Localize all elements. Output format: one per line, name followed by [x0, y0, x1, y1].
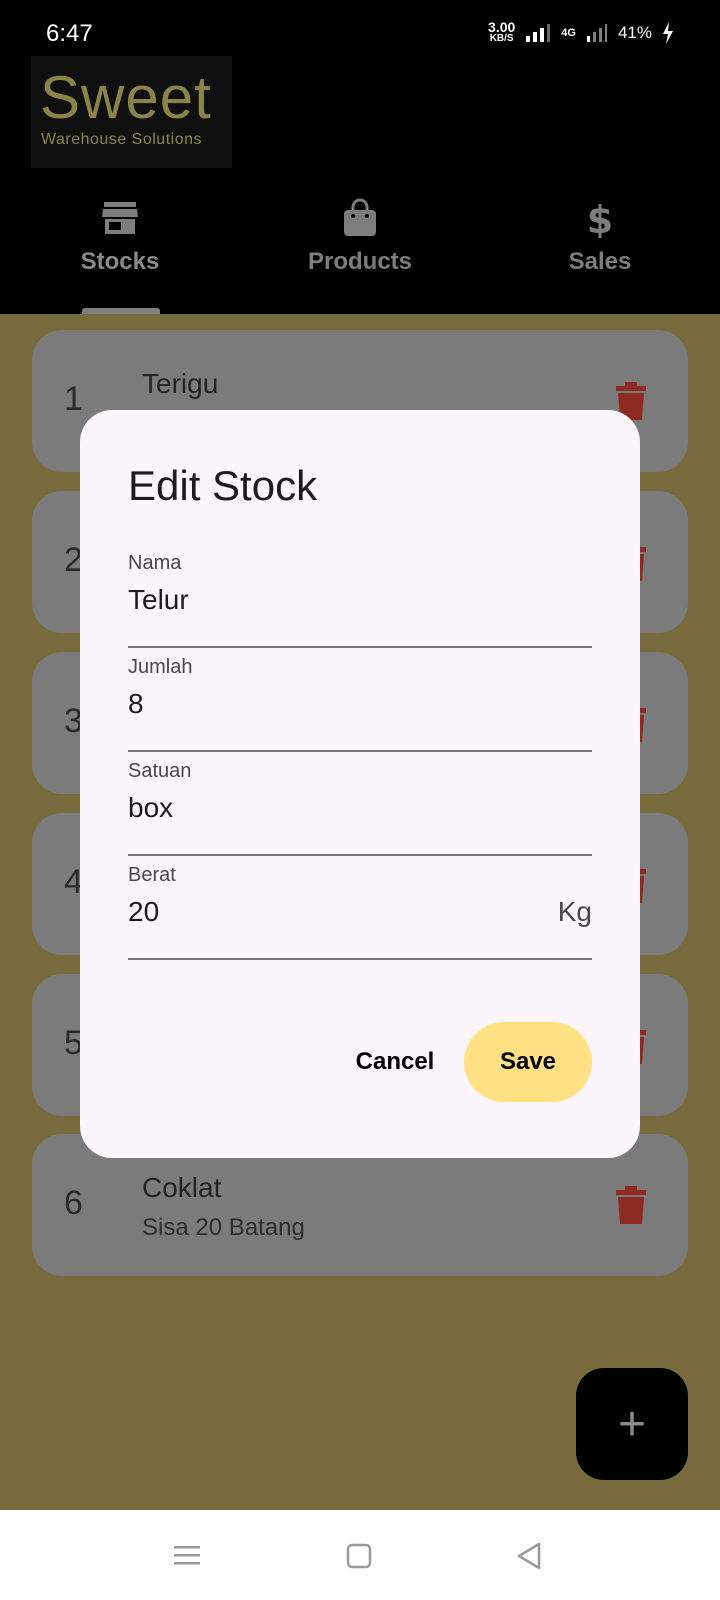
- add-stock-button[interactable]: +: [576, 1368, 688, 1480]
- charging-icon: [663, 22, 673, 44]
- jumlah-field[interactable]: Jumlah 8: [128, 646, 592, 752]
- tab-products[interactable]: Products: [240, 192, 480, 314]
- network-speed: 3.00 KB/S: [488, 19, 516, 44]
- dialog-title: Edit Stock: [128, 462, 318, 509]
- tab-stocks[interactable]: Stocks: [0, 192, 240, 314]
- save-button[interactable]: Save: [464, 1022, 592, 1102]
- edit-stock-dialog: Edit Stock Nama Telur Jumlah 8 Satuan bo…: [80, 410, 640, 1158]
- tab-label: Products: [307, 248, 412, 275]
- signal-icon-secondary: [586, 24, 607, 42]
- field-label: Satuan: [128, 760, 192, 782]
- app-logo: Sweet Warehouse Solutions: [31, 56, 232, 168]
- add-icon: +: [617, 1397, 647, 1451]
- satuan-field[interactable]: Satuan box: [128, 750, 592, 856]
- back-icon[interactable]: [514, 1540, 546, 1572]
- network-speed-value: 3.00: [488, 19, 516, 35]
- tab-label: Sales: [568, 248, 632, 275]
- nama-field[interactable]: Nama Telur: [128, 542, 592, 648]
- field-value: 8: [128, 688, 144, 719]
- shopping-bag-icon: [344, 198, 376, 236]
- tab-sales[interactable]: $ Sales: [480, 192, 720, 314]
- field-value: box: [128, 792, 174, 823]
- status-bar: 6:47 3.00 KB/S 4G 41%: [0, 0, 720, 56]
- network-type: 4G: [561, 27, 576, 39]
- system-nav-bar: [0, 1510, 720, 1600]
- app-header: Sweet Warehouse Solutions Stocks Product…: [0, 56, 720, 314]
- cancel-button[interactable]: Cancel: [340, 1022, 450, 1102]
- stock-name: Coklat: [142, 1172, 222, 1203]
- tab-label: Stocks: [80, 248, 160, 275]
- field-value: Telur: [128, 584, 189, 615]
- status-time: 6:47: [46, 20, 93, 47]
- stock-number: 6: [64, 1184, 83, 1222]
- stock-name: Terigu: [142, 368, 219, 399]
- network-speed-unit: KB/S: [489, 33, 514, 44]
- field-label: Berat: [128, 864, 176, 886]
- status-icons: 3.00 KB/S 4G 41%: [488, 19, 674, 44]
- signal-icon: [526, 24, 551, 42]
- store-icon: [102, 202, 138, 234]
- stock-number: 1: [64, 380, 83, 418]
- menu-icon[interactable]: [172, 1540, 204, 1572]
- trash-icon[interactable]: [616, 1186, 646, 1224]
- field-label: Nama: [128, 552, 182, 574]
- unit-suffix: Kg: [557, 896, 592, 927]
- field-label: Jumlah: [128, 656, 193, 678]
- logo-title: Sweet: [40, 64, 212, 131]
- dollar-icon: $: [587, 198, 613, 238]
- logo-subtitle: Warehouse Solutions: [41, 131, 202, 148]
- svg-text:$: $: [587, 198, 613, 238]
- field-value: 20: [128, 896, 160, 927]
- stock-detail: Sisa 20 Batang: [142, 1214, 305, 1241]
- tab-bar: Stocks Products $ Sales: [0, 192, 720, 314]
- berat-field[interactable]: Berat 20 Kg: [128, 854, 592, 960]
- battery-text: 41%: [617, 23, 652, 42]
- home-icon[interactable]: [344, 1540, 376, 1572]
